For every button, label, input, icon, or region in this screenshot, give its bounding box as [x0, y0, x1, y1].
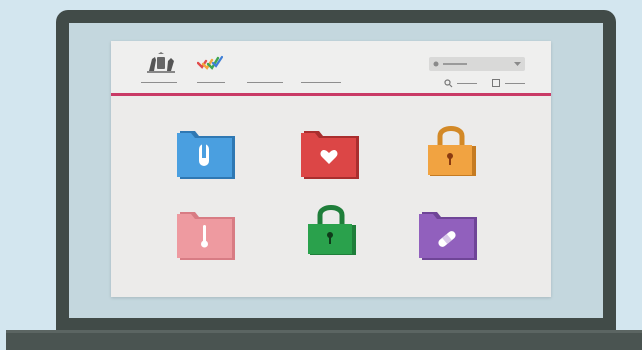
search-select[interactable] — [429, 57, 525, 71]
site-header — [111, 41, 551, 94]
search-icon[interactable] — [444, 79, 453, 88]
dot-icon — [433, 61, 439, 67]
coat-of-arms-icon[interactable] — [141, 51, 181, 77]
browser-window — [111, 41, 551, 297]
nav-link-home[interactable] — [141, 82, 177, 83]
nav-link-2[interactable] — [197, 82, 225, 83]
nav-link-3[interactable] — [247, 82, 283, 83]
square-label-line[interactable] — [505, 83, 525, 84]
lock-orange[interactable] — [426, 120, 476, 180]
folder-thermometer[interactable] — [175, 209, 239, 263]
lock-green[interactable] — [306, 199, 356, 259]
header-divider — [111, 93, 551, 96]
search-label-line[interactable] — [457, 83, 477, 84]
laptop-base-edge — [6, 330, 642, 333]
colorful-checkmark-logo[interactable] — [197, 55, 223, 71]
folder-heart[interactable] — [299, 128, 363, 182]
nav-link-4[interactable] — [301, 82, 341, 83]
test-tube-icon — [199, 144, 209, 166]
laptop-base — [6, 330, 642, 350]
folder-bandage[interactable] — [417, 209, 481, 263]
chevron-down-icon — [514, 62, 521, 66]
placeholder-line — [443, 63, 467, 65]
square-icon[interactable] — [492, 79, 500, 87]
folder-test-tube[interactable] — [175, 128, 239, 182]
